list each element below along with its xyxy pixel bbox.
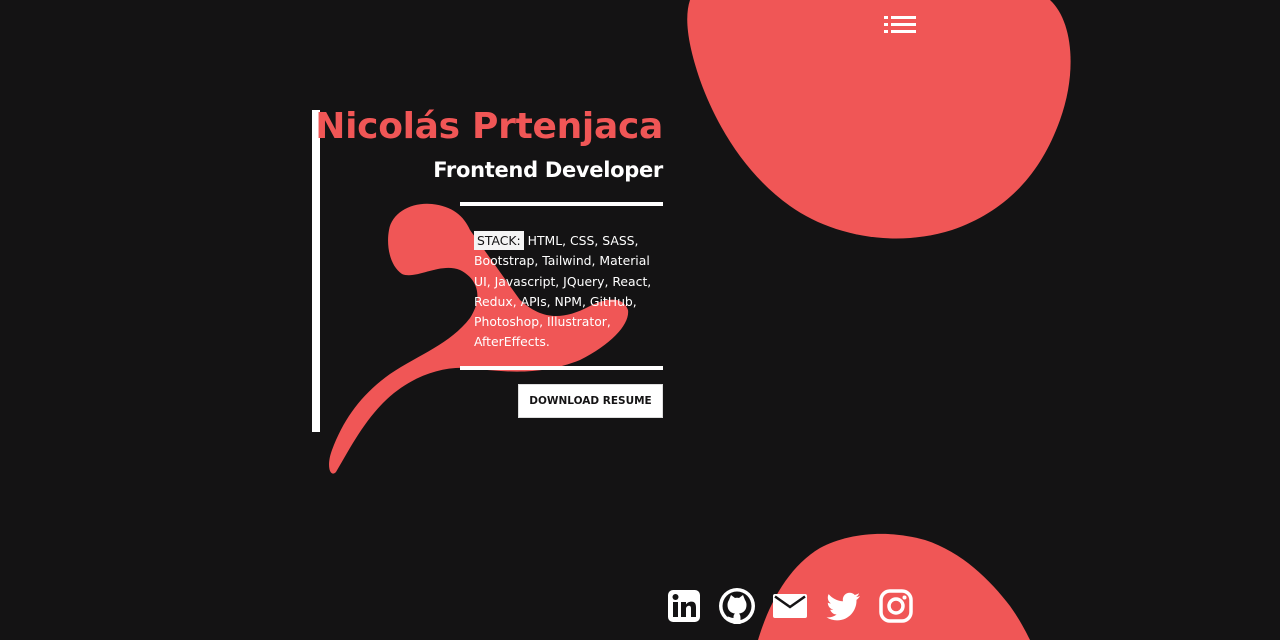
divider: [460, 366, 663, 370]
job-title: Frontend Developer: [433, 158, 663, 182]
accent-vertical-bar: [312, 110, 320, 432]
github-icon[interactable]: [717, 586, 757, 626]
stack-label: STACK:: [474, 231, 524, 250]
divider: [460, 202, 663, 206]
stack-description: STACK: HTML, CSS, SASS, Bootstrap, Tailw…: [474, 231, 660, 353]
portfolio-page: Nicolás Prtenjaca Frontend Developer STA…: [0, 0, 1280, 640]
mail-icon[interactable]: [770, 586, 810, 626]
download-resume-button[interactable]: DOWNLOAD RESUME: [518, 384, 663, 418]
top-right-blob: [687, 0, 1071, 239]
list-icon[interactable]: [884, 14, 918, 36]
twitter-icon[interactable]: [823, 586, 863, 626]
stack-list: HTML, CSS, SASS, Bootstrap, Tailwind, Ma…: [474, 233, 652, 350]
page-title: Nicolás Prtenjaca: [315, 106, 663, 147]
instagram-icon[interactable]: [876, 586, 916, 626]
linkedin-icon[interactable]: [664, 586, 704, 626]
